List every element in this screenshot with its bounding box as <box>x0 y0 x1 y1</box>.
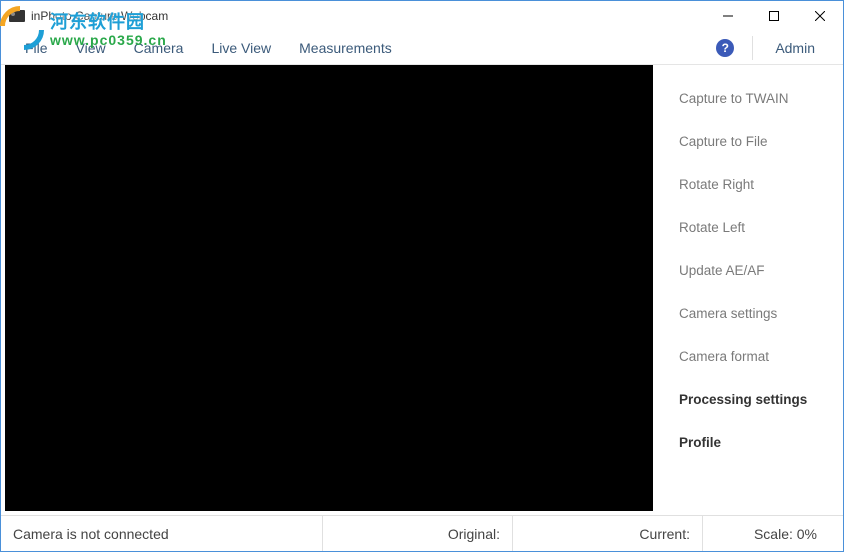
status-original: Original: <box>323 516 513 551</box>
menu-camera[interactable]: Camera <box>120 34 198 62</box>
app-window: inPhoto Capture Webcam 河东软件园 www.pc0359.… <box>0 0 844 552</box>
status-scale-label: Scale: 0% <box>754 526 817 542</box>
camera-format-button[interactable]: Camera format <box>657 335 843 378</box>
status-scale: Scale: 0% <box>703 516 843 551</box>
close-button[interactable] <box>797 1 843 31</box>
status-current-label: Current: <box>639 526 690 542</box>
camera-viewport <box>5 65 653 511</box>
title-bar: inPhoto Capture Webcam <box>1 1 843 31</box>
rotate-right-button[interactable]: Rotate Right <box>657 163 843 206</box>
menu-bar: File View Camera Live View Measurements … <box>1 31 843 65</box>
side-panel: Capture to TWAIN Capture to File Rotate … <box>657 65 843 515</box>
menu-admin[interactable]: Admin <box>757 34 833 62</box>
app-icon <box>9 10 25 22</box>
processing-settings-button[interactable]: Processing settings <box>657 378 843 421</box>
camera-settings-button[interactable]: Camera settings <box>657 292 843 335</box>
status-original-label: Original: <box>448 526 500 542</box>
menu-measurements[interactable]: Measurements <box>285 34 406 62</box>
status-bar: Camera is not connected Original: Curren… <box>1 515 843 551</box>
minimize-button[interactable] <box>705 1 751 31</box>
content-area: Capture to TWAIN Capture to File Rotate … <box>1 65 843 515</box>
menu-view[interactable]: View <box>62 34 120 62</box>
window-title: inPhoto Capture Webcam <box>31 9 168 23</box>
menu-live-view[interactable]: Live View <box>197 34 285 62</box>
status-message: Camera is not connected <box>1 516 323 551</box>
maximize-button[interactable] <box>751 1 797 31</box>
capture-twain-button[interactable]: Capture to TWAIN <box>657 77 843 120</box>
update-aeaf-button[interactable]: Update AE/AF <box>657 249 843 292</box>
profile-button[interactable]: Profile <box>657 421 843 464</box>
menu-file[interactable]: File <box>11 34 62 62</box>
capture-file-button[interactable]: Capture to File <box>657 120 843 163</box>
minimize-icon <box>723 11 733 21</box>
menu-divider <box>752 36 753 60</box>
maximize-icon <box>769 11 779 21</box>
close-icon <box>815 11 825 21</box>
help-icon[interactable]: ? <box>716 39 734 57</box>
status-current: Current: <box>513 516 703 551</box>
rotate-left-button[interactable]: Rotate Left <box>657 206 843 249</box>
